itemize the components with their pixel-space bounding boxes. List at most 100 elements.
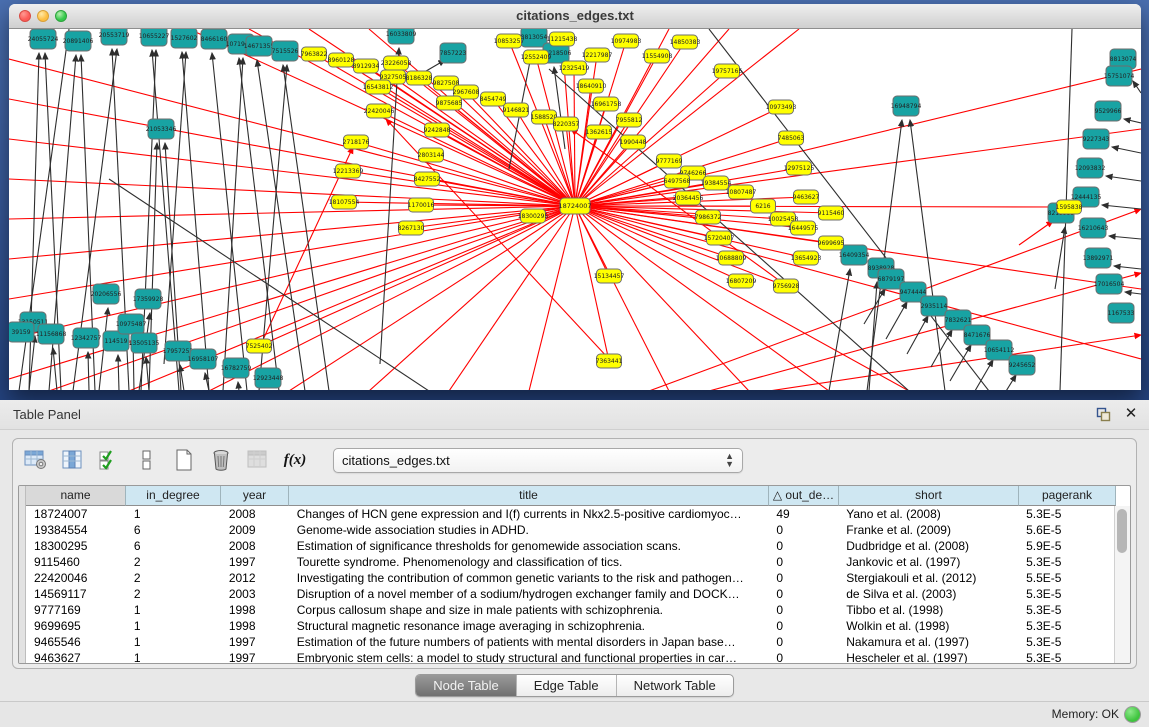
network-node[interactable]: 1595838: [1056, 200, 1083, 214]
delete-table-icon[interactable]: [208, 447, 234, 473]
network-node[interactable]: 22420046: [364, 104, 395, 118]
tab-edge-table[interactable]: Edge Table: [517, 675, 617, 696]
network-node[interactable]: 8186328: [406, 71, 433, 85]
network-node[interactable]: 6216: [751, 199, 776, 213]
table-row[interactable]: 946554611997Estimation of the future num…: [26, 634, 1115, 650]
network-node[interactable]: 19757165: [712, 64, 743, 78]
network-node[interactable]: 9777169: [656, 154, 683, 168]
edge[interactable]: [223, 58, 243, 390]
edge[interactable]: [575, 206, 909, 390]
network-node[interactable]: 14671355: [244, 36, 275, 56]
network-node[interactable]: 8427552: [414, 172, 441, 186]
network-node[interactable]: 7485063: [778, 131, 805, 145]
network-node[interactable]: 10807487: [726, 185, 757, 199]
network-node[interactable]: 2803144: [418, 148, 445, 162]
network-node[interactable]: 15751074: [1104, 66, 1135, 86]
network-node[interactable]: 12552409: [521, 50, 552, 64]
table-row[interactable]: 946362711997Embryonic stem cells: a mode…: [26, 650, 1115, 663]
network-node[interactable]: 1990448: [620, 135, 647, 149]
network-node[interactable]: 9699695: [818, 236, 845, 250]
network-node[interactable]: 9245652: [1009, 355, 1036, 375]
edge[interactable]: [1109, 236, 1141, 239]
edge[interactable]: [437, 130, 575, 206]
edge[interactable]: [1125, 292, 1141, 294]
table-row[interactable]: 1938455462009Genome-wide association stu…: [26, 522, 1115, 538]
network-node[interactable]: 8466160: [201, 29, 228, 49]
function-builder-icon[interactable]: f(x): [282, 447, 308, 473]
edge[interactable]: [1124, 119, 1141, 123]
network-node[interactable]: 8267130: [398, 221, 425, 235]
network-node[interactable]: 6497568: [664, 174, 691, 188]
float-panel-icon[interactable]: [1095, 406, 1111, 422]
edge[interactable]: [972, 360, 993, 390]
network-node[interactable]: 9242848: [424, 123, 451, 137]
network-node[interactable]: 9115460: [818, 206, 845, 220]
network-node[interactable]: 9875685: [436, 96, 463, 110]
network-node[interactable]: 7955812: [616, 113, 643, 127]
network-node[interactable]: 11554908: [642, 49, 673, 63]
network-node[interactable]: 16033809: [386, 29, 417, 44]
column-header-short[interactable]: short: [839, 486, 1019, 506]
table-row[interactable]: 2242004622012Investigating the contribut…: [26, 570, 1115, 586]
network-node[interactable]: 12325419: [559, 61, 590, 75]
network-node[interactable]: 19384554: [701, 176, 732, 190]
edge[interactable]: [1114, 266, 1141, 269]
network-node[interactable]: 10655227: [139, 29, 170, 46]
edge[interactable]: [995, 375, 1016, 390]
table-settings-icon[interactable]: [23, 447, 49, 473]
edge[interactable]: [88, 352, 89, 390]
table-select-dropdown[interactable]: citations_edges.txt▲▼: [333, 448, 743, 473]
edge[interactable]: [907, 316, 928, 354]
network-node[interactable]: 23226058: [381, 56, 412, 70]
edge[interactable]: [238, 382, 239, 390]
edge[interactable]: [886, 302, 907, 339]
edge[interactable]: [869, 282, 877, 390]
network-node[interactable]: 10975487: [116, 314, 147, 334]
network-node[interactable]: 9529966: [1095, 101, 1122, 121]
edge[interactable]: [53, 348, 57, 390]
network-node[interactable]: 7963822: [301, 47, 328, 61]
network-node[interactable]: 7857223: [440, 43, 467, 63]
network-node[interactable]: 7363441: [596, 354, 623, 368]
table-row[interactable]: 1872400712008Changes of HCN gene express…: [26, 506, 1115, 522]
network-node[interactable]: 1170016: [408, 198, 435, 212]
edge[interactable]: [549, 69, 909, 390]
network-node[interactable]: 14850383: [670, 35, 701, 49]
column-header-pagerank[interactable]: pagerank: [1019, 486, 1116, 506]
show-column-icon[interactable]: [60, 447, 86, 473]
network-node[interactable]: 11156868: [36, 324, 67, 344]
network-node[interactable]: 8454749: [480, 92, 507, 106]
network-node[interactable]: 2718176: [343, 135, 370, 149]
network-node[interactable]: 10853257: [494, 34, 525, 48]
network-node[interactable]: 9227343: [1083, 129, 1110, 149]
edge[interactable]: [118, 355, 119, 390]
network-node[interactable]: 1527602: [171, 29, 198, 48]
edge[interactable]: [1019, 221, 1053, 245]
network-graph[interactable]: 2405572420891406205537191065522715276028…: [9, 29, 1141, 390]
edge[interactable]: [1133, 81, 1141, 93]
select-all-icon[interactable]: [97, 447, 123, 473]
edge[interactable]: [146, 357, 149, 390]
scrollbar-thumb[interactable]: [1117, 509, 1127, 553]
network-node[interactable]: 12975125: [784, 161, 815, 175]
table-row[interactable]: 1830029562008Estimation of significance …: [26, 538, 1115, 554]
network-node[interactable]: 12342757: [71, 328, 102, 348]
network-node[interactable]: 12093832: [1075, 158, 1106, 178]
network-node[interactable]: 7515526: [272, 41, 299, 61]
edge[interactable]: [164, 52, 186, 364]
network-node[interactable]: 17359928: [133, 289, 164, 309]
network-node[interactable]: 10974983: [611, 34, 642, 48]
tab-network-table[interactable]: Network Table: [617, 675, 733, 696]
tab-node-table[interactable]: Node Table: [416, 675, 517, 696]
network-node[interactable]: 20206556: [91, 284, 122, 304]
network-node[interactable]: 7986372: [695, 210, 722, 224]
network-node[interactable]: 20553719: [99, 29, 130, 45]
column-header-year[interactable]: year: [221, 486, 289, 506]
edge[interactable]: [283, 65, 329, 390]
network-node[interactable]: 39159: [9, 322, 34, 342]
network-node[interactable]: 10688809: [716, 251, 747, 265]
window-titlebar[interactable]: citations_edges.txt: [9, 4, 1141, 29]
table-row[interactable]: 911546021997Tourette syndrome. Phenomeno…: [26, 554, 1115, 570]
network-node[interactable]: 16807209: [726, 274, 757, 288]
network-node[interactable]: 18724007: [558, 198, 591, 214]
